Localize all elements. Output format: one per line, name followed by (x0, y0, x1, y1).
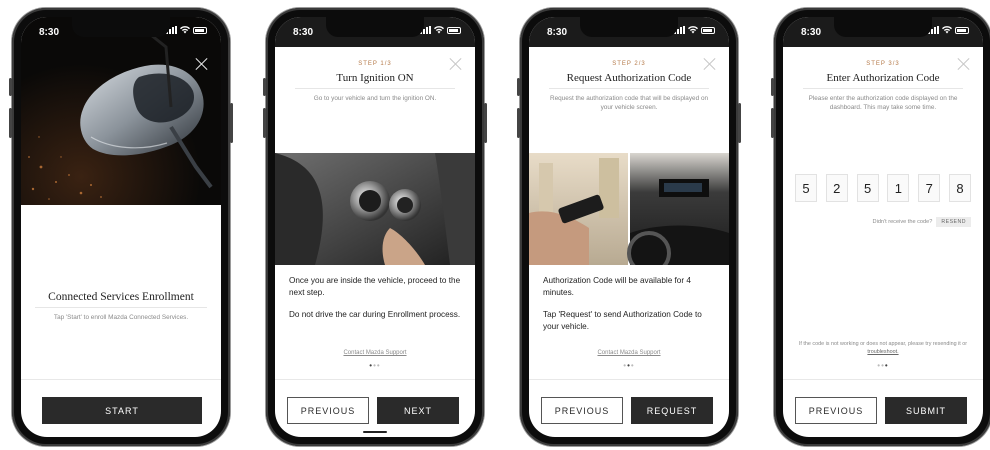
authorization-code-input[interactable]: 5 2 5 1 7 8 (795, 174, 971, 202)
previous-button[interactable]: PREVIOUS (287, 397, 369, 424)
instruction-line: Once you are inside the vehicle, proceed… (289, 276, 461, 297)
notch (326, 17, 424, 37)
close-icon[interactable] (449, 57, 463, 71)
battery-icon (701, 27, 715, 34)
screen-subtitle: Go to your vehicle and turn the ignition… (313, 95, 437, 102)
code-digit[interactable]: 1 (887, 174, 910, 202)
phone-enrollment-intro: 8:30 Connected Services Enrollment Tap '… (9, 8, 233, 446)
code-digit[interactable]: 2 (825, 174, 848, 202)
phone-step-2: 8:30 STEP 2/3 Request Authorization Code… (517, 8, 741, 446)
wifi-icon (688, 26, 698, 34)
notch (580, 17, 678, 37)
phone-step-1: 8:30 STEP 1/3 Turn Ignition ON Go to you… (263, 8, 487, 446)
screen-title: Enter Authorization Code (826, 72, 940, 84)
page-dots: ••• (369, 361, 381, 370)
phone-step-3: 8:30 STEP 3/3 Enter Authorization Code P… (771, 8, 990, 446)
close-icon[interactable] (957, 57, 971, 71)
status-icons (166, 26, 207, 34)
resend-row: Didn't receive the code? RESEND (873, 217, 971, 227)
step-indicator: STEP 3/3 (866, 61, 900, 67)
wifi-icon (434, 26, 444, 34)
notch (834, 17, 932, 37)
screen-2: 8:30 STEP 1/3 Turn Ignition ON Go to you… (275, 17, 475, 437)
instructions: Authorization Code will be available for… (543, 275, 717, 343)
page-dots: ••• (877, 361, 889, 370)
battery-icon (955, 27, 969, 34)
screen-1: 8:30 Connected Services Enrollment Tap '… (21, 17, 221, 437)
status-icons (674, 26, 715, 34)
troubleshoot-link[interactable]: troubleshoot. (867, 349, 898, 355)
screen-title: Connected Services Enrollment (48, 291, 194, 303)
home-indicator (363, 431, 387, 433)
screen-subtitle: Tap 'Start' to enroll Mazda Connected Se… (53, 314, 189, 321)
code-digit[interactable]: 7 (918, 174, 941, 202)
authorization-request-image (529, 153, 729, 265)
code-digit[interactable]: 8 (948, 174, 971, 202)
troubleshoot-help: If the code is not working or does not a… (793, 340, 973, 356)
status-time: 8:30 (547, 27, 568, 38)
instruction-line: Authorization Code will be available for… (543, 276, 691, 297)
request-button[interactable]: REQUEST (631, 397, 713, 424)
screen-title: Request Authorization Code (566, 72, 692, 84)
step-indicator: STEP 1/3 (358, 61, 392, 67)
code-digit[interactable]: 5 (795, 174, 817, 202)
resend-button[interactable]: RESEND (936, 217, 971, 227)
step-indicator: STEP 2/3 (612, 61, 646, 67)
status-time: 8:30 (293, 27, 314, 38)
close-icon[interactable] (703, 57, 717, 71)
instructions: Once you are inside the vehicle, proceed… (289, 275, 463, 331)
close-icon[interactable] (195, 57, 209, 71)
code-digit[interactable]: 5 (856, 174, 879, 202)
screen-subtitle: Request the authorization code that will… (549, 95, 709, 111)
submit-button[interactable]: SUBMIT (885, 397, 967, 424)
status-time: 8:30 (801, 27, 822, 38)
status-icons (420, 26, 461, 34)
contact-support-link[interactable]: Contact Mazda Support (529, 350, 729, 356)
previous-button[interactable]: PREVIOUS (541, 397, 623, 424)
next-button[interactable]: NEXT (377, 397, 459, 424)
status-icons (928, 26, 969, 34)
screen-title: Turn Ignition ON (336, 72, 414, 84)
page-dots: ••• (623, 361, 635, 370)
instruction-line: Do not drive the car during Enrollment p… (289, 310, 461, 319)
screen-3: 8:30 STEP 2/3 Request Authorization Code… (529, 17, 729, 437)
help-text: If the code is not working or does not a… (798, 341, 968, 347)
previous-button[interactable]: PREVIOUS (795, 397, 877, 424)
instruction-line: Tap 'Request' to send Authorization Code… (543, 310, 702, 331)
wifi-icon (180, 26, 190, 34)
ignition-button-image (275, 153, 475, 265)
screen-4: 8:30 STEP 3/3 Enter Authorization Code P… (783, 17, 983, 437)
screen-subtitle: Please enter the authorization code disp… (808, 95, 958, 111)
status-time: 8:30 (39, 27, 60, 38)
contact-support-link[interactable]: Contact Mazda Support (275, 350, 475, 356)
wifi-icon (942, 26, 952, 34)
notch (72, 17, 170, 37)
resend-prompt: Didn't receive the code? (872, 219, 933, 225)
battery-icon (447, 27, 461, 34)
start-button[interactable]: START (42, 397, 202, 424)
battery-icon (193, 27, 207, 34)
